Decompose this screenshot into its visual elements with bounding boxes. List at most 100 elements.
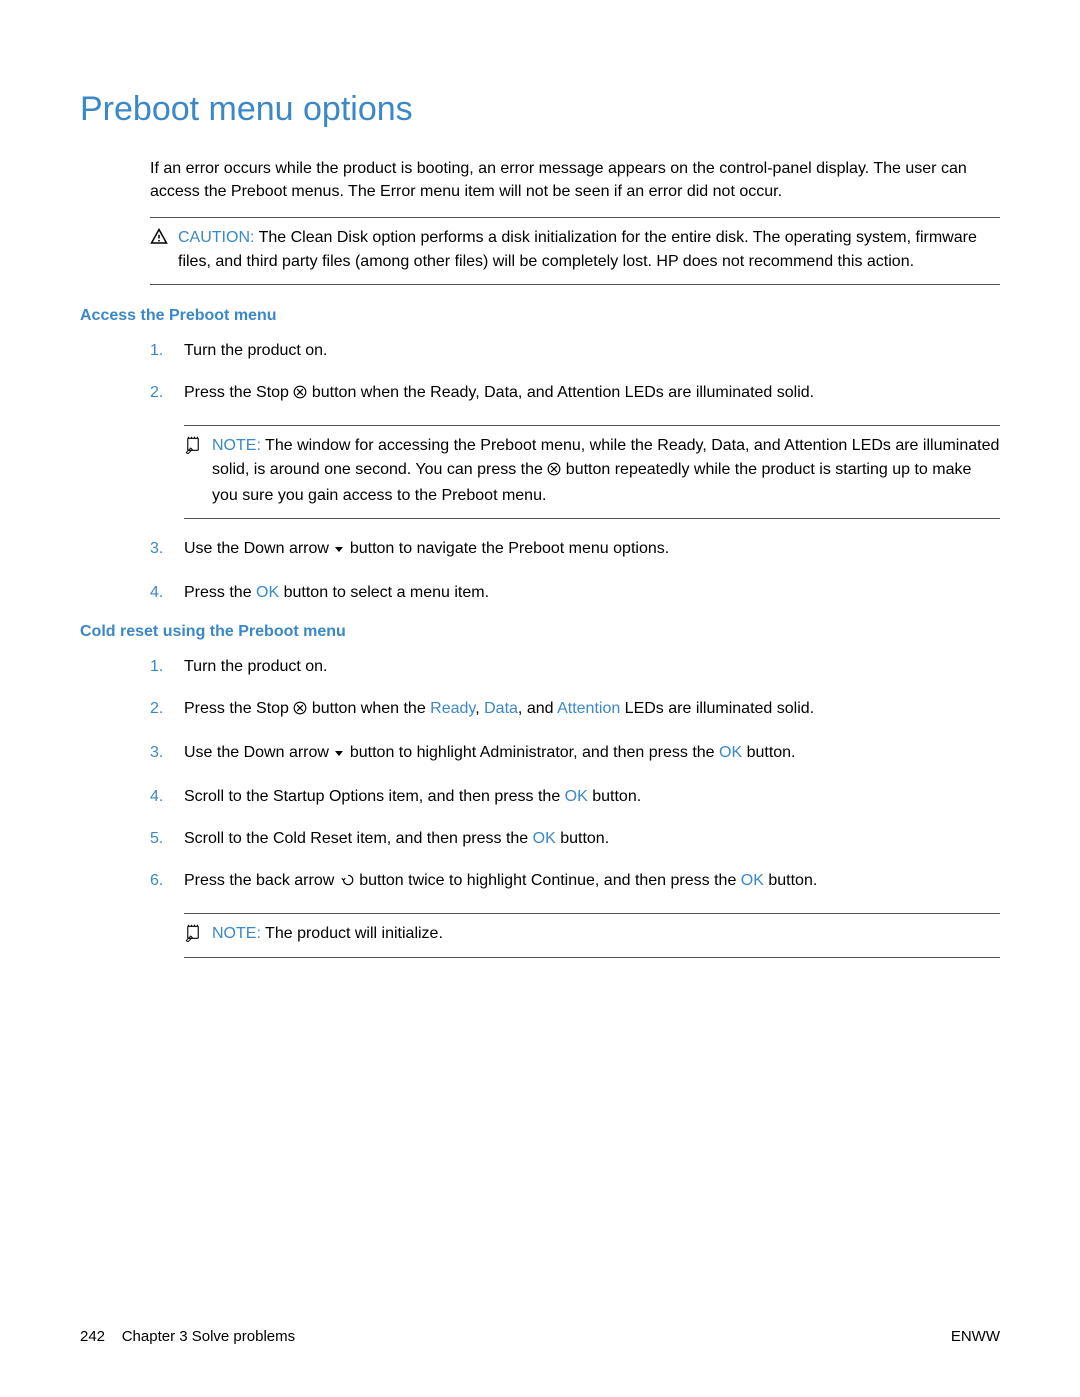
list-item: 3. Use the Down arrow button to navigate…	[150, 537, 1000, 563]
txt: Use the	[184, 744, 244, 761]
step-text: Press the Stop button when the Ready, Da…	[184, 697, 1000, 723]
note-label: NOTE:	[212, 437, 261, 454]
caution-icon	[150, 226, 178, 274]
step-number: 3.	[150, 741, 184, 767]
caution-text: CAUTION: The Clean Disk option performs …	[178, 226, 1000, 274]
txt: button to select a menu item.	[279, 584, 489, 601]
note-callout: NOTE: The window for accessing the Prebo…	[184, 425, 1000, 519]
note-callout: NOTE: The product will initialize.	[184, 913, 1000, 958]
list-item: 1. Turn the product on.	[150, 339, 1000, 363]
txt: Preboot	[508, 540, 564, 557]
txt: Ready	[430, 384, 475, 401]
txt: Startup Options	[273, 788, 384, 805]
txt: Press the	[184, 384, 256, 401]
list-item: 3. Use the Down arrow button to highligh…	[150, 741, 1000, 767]
access-steps: 1. Turn the product on. 2. Press the Sto…	[150, 339, 1000, 407]
txt: button.	[588, 788, 641, 805]
txt: button to highlight	[350, 744, 480, 761]
txt: button when the	[312, 700, 430, 717]
list-item: 4. Scroll to the Startup Options item, a…	[150, 785, 1000, 809]
stop-icon	[547, 460, 561, 484]
txt: Ready	[430, 700, 475, 717]
txt: Down	[244, 744, 285, 761]
section-heading-cold: Cold reset using the Preboot menu	[80, 623, 1000, 641]
txt: , and then press the	[595, 872, 741, 889]
txt: Stop	[256, 384, 289, 401]
note-body: The product will initialize.	[265, 925, 443, 942]
caution-callout: CAUTION: The Clean Disk option performs …	[150, 217, 1000, 285]
caution-body-pre: The	[259, 229, 291, 246]
access-steps-cont: 3. Use the Down arrow button to navigate…	[150, 537, 1000, 605]
cold-steps: 1. Turn the product on. 2. Press the Sto…	[150, 655, 1000, 895]
ok-text: OK	[741, 872, 764, 889]
txt: Stop	[256, 700, 289, 717]
stop-icon	[293, 699, 307, 723]
ok-text: OK	[256, 584, 279, 601]
step-text: Press the back arrow button twice to hig…	[184, 869, 1000, 895]
txt: button twice to highlight	[359, 872, 531, 889]
txt: Press the	[184, 700, 256, 717]
txt: item, and then press the	[384, 788, 565, 805]
step-text: Scroll to the Cold Reset item, and then …	[184, 827, 1000, 851]
document-page: Preboot menu options If an error occurs …	[0, 0, 1080, 1397]
footer-right: ENWW	[951, 1328, 1000, 1345]
txt: LEDs are illuminated solid.	[620, 700, 814, 717]
list-item: 5. Scroll to the Cold Reset item, and th…	[150, 827, 1000, 851]
txt: Administrator	[480, 744, 573, 761]
txt: button to navigate the	[350, 540, 508, 557]
caution-label: CAUTION:	[178, 229, 254, 246]
step-number: 5.	[150, 827, 184, 851]
txt: Data	[484, 384, 518, 401]
step-number: 2.	[150, 381, 184, 407]
note-text: NOTE: The product will initialize.	[212, 922, 1000, 947]
txt: arrow	[285, 744, 334, 761]
txt: Attention	[557, 700, 620, 717]
txt: Press the back arrow	[184, 872, 339, 889]
txt: button.	[764, 872, 817, 889]
note-text: NOTE: The window for accessing the Prebo…	[212, 434, 1000, 508]
stop-icon	[293, 383, 307, 407]
txt: button.	[556, 830, 609, 847]
txt: button when the	[312, 384, 430, 401]
step-number: 2.	[150, 697, 184, 723]
page-title: Preboot menu options	[80, 90, 1000, 129]
txt: item, and then press the	[352, 830, 533, 847]
step-number: 1.	[150, 339, 184, 363]
step-text: Scroll to the Startup Options item, and …	[184, 785, 1000, 809]
ok-text: OK	[565, 788, 588, 805]
step-text: Use the Down arrow button to highlight A…	[184, 741, 1000, 767]
page-number: 242	[80, 1328, 105, 1345]
txt: , and	[518, 700, 557, 717]
txt: Scroll to the	[184, 788, 273, 805]
step-number: 3.	[150, 537, 184, 563]
txt: , and	[518, 384, 557, 401]
chapter-label: Chapter 3 Solve problems	[122, 1328, 295, 1345]
ok-text: OK	[719, 744, 742, 761]
list-item: 4. Press the OK button to select a menu …	[150, 581, 1000, 605]
section-heading-access: Access the Preboot menu	[80, 307, 1000, 325]
txt: Cold Reset	[273, 830, 352, 847]
txt: Attention	[557, 384, 620, 401]
txt: Use the Down arrow	[184, 540, 333, 557]
list-item: 2. Press the Stop button when the Ready,…	[150, 697, 1000, 723]
step-number: 4.	[150, 785, 184, 809]
txt: ,	[475, 700, 484, 717]
note-label: NOTE:	[212, 925, 261, 942]
step-text: Press the OK button to select a menu ite…	[184, 581, 1000, 605]
list-item: 1. Turn the product on.	[150, 655, 1000, 679]
txt: Scroll to the	[184, 830, 273, 847]
back-arrow-icon	[339, 871, 355, 895]
footer-left: 242 Chapter 3 Solve problems	[80, 1328, 295, 1345]
txt: LEDs are illuminated solid.	[620, 384, 814, 401]
txt: , and then press the	[573, 744, 719, 761]
list-item: 6. Press the back arrow button twice to …	[150, 869, 1000, 895]
down-arrow-icon	[333, 743, 345, 767]
step-text: Turn the product on.	[184, 655, 1000, 679]
txt: ,	[475, 384, 484, 401]
note-icon	[184, 922, 212, 947]
step-number: 6.	[150, 869, 184, 895]
txt: menu options.	[564, 540, 669, 557]
step-number: 1.	[150, 655, 184, 679]
step-text: Press the Stop button when the Ready, Da…	[184, 381, 1000, 407]
caution-bold: Clean Disk	[291, 229, 368, 246]
